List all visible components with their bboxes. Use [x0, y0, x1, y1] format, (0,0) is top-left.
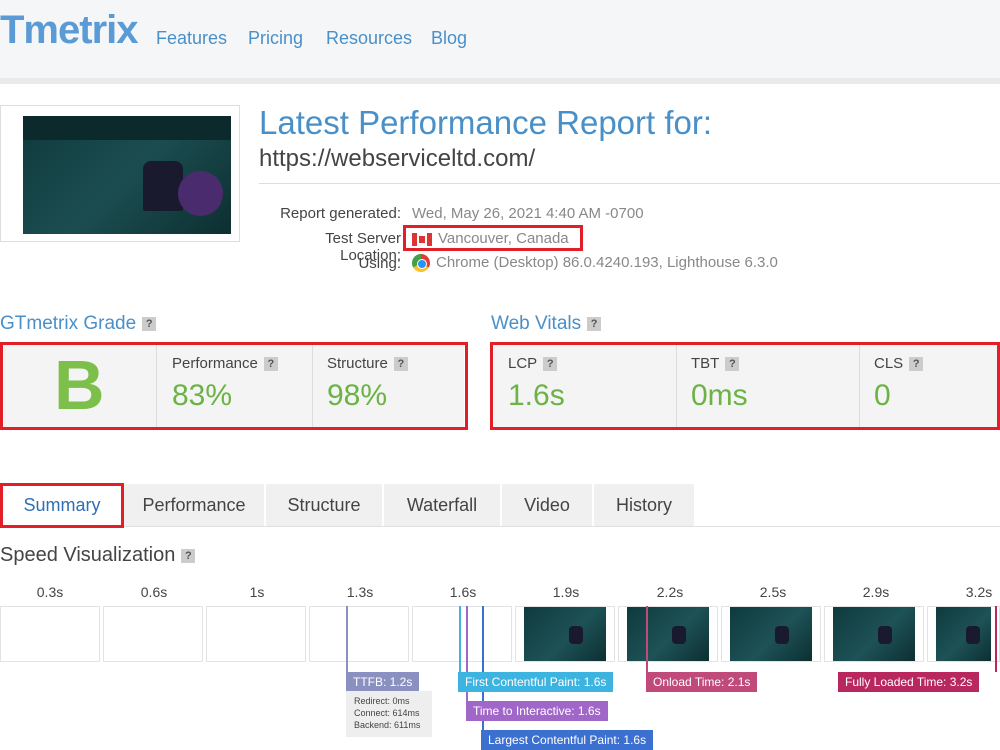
top-nav: Tmetrix Features Pricing Resources Blog	[0, 0, 1000, 78]
vitals-title-text: Web Vitals	[491, 313, 582, 334]
report-url[interactable]: https://webserviceltd.com/	[259, 145, 535, 173]
tick-label: 0.3s	[36, 584, 64, 600]
highlight-summary-tab	[0, 483, 124, 528]
speed-visualization-title: Speed Visualization?	[0, 544, 196, 567]
grade-section-title: GTmetrix Grade?	[0, 313, 157, 335]
fcp-marker: First Contentful Paint: 1.6s	[458, 672, 614, 692]
filmstrip-frame[interactable]	[515, 606, 615, 662]
tick-label: 2.5s	[759, 584, 787, 600]
filmstrip-frame[interactable]	[927, 606, 1000, 662]
tab-structure[interactable]: Structure	[266, 484, 382, 526]
using-text: Chrome (Desktop) 86.0.4240.193, Lighthou…	[436, 254, 778, 271]
tick-label: 1.6s	[449, 584, 477, 600]
grade-title-text: GTmetrix Grade	[0, 313, 137, 334]
lcp-marker: Largest Contentful Paint: 1.6s	[481, 730, 654, 750]
nav-pricing[interactable]: Pricing	[248, 28, 303, 49]
filmstrip-frame[interactable]	[0, 606, 100, 662]
report-title: Latest Performance Report for:	[259, 104, 713, 141]
tick-label: 3.2s	[965, 584, 993, 600]
generated-label: Report generated:	[280, 205, 401, 222]
chrome-icon	[412, 254, 430, 273]
onload-marker: Onload Time: 2.1s	[646, 672, 758, 692]
tab-bar-line	[0, 526, 1000, 527]
ttfb-connect: Connect: 614ms	[354, 708, 420, 718]
ttfb-line	[346, 606, 348, 672]
screenshot-image	[23, 116, 231, 234]
tab-video[interactable]: Video	[502, 484, 592, 526]
tab-history[interactable]: History	[594, 484, 694, 526]
tick-label: 1.3s	[346, 584, 374, 600]
ttfb-redirect: Redirect: 0ms	[354, 696, 410, 706]
ttfb-breakdown: Redirect: 0ms Connect: 614ms Backend: 61…	[346, 691, 432, 737]
highlight-server-location	[403, 225, 583, 251]
tick-label: 2.2s	[656, 584, 684, 600]
onload-line	[646, 606, 648, 672]
tab-performance[interactable]: Performance	[124, 484, 264, 526]
ttfb-backend: Backend: 611ms	[354, 720, 421, 730]
vitals-section-title: Web Vitals?	[491, 313, 602, 335]
tick-label: 2.9s	[862, 584, 890, 600]
generated-value: Wed, May 26, 2021 4:40 AM -0700	[412, 205, 644, 222]
ttfb-marker: TTFB: 1.2s	[346, 672, 420, 692]
filmstrip-frame[interactable]	[206, 606, 306, 662]
site-screenshot-thumbnail[interactable]	[0, 105, 240, 242]
question-mark-icon[interactable]: ?	[142, 316, 157, 331]
tick-label: 1s	[249, 584, 265, 600]
question-mark-icon[interactable]: ?	[181, 548, 196, 563]
fully-loaded-marker: Fully Loaded Time: 3.2s	[838, 672, 980, 692]
highlight-grade	[0, 342, 468, 430]
fcp-line	[459, 606, 461, 672]
nav-divider	[0, 78, 1000, 84]
filmstrip-frame[interactable]	[309, 606, 409, 662]
question-mark-icon[interactable]: ?	[587, 316, 602, 331]
highlight-vitals	[490, 342, 1000, 430]
nav-resources[interactable]: Resources	[326, 28, 412, 49]
fully-loaded-line	[995, 606, 997, 672]
filmstrip-frame[interactable]	[412, 606, 512, 662]
nav-features[interactable]: Features	[156, 28, 227, 49]
tti-marker: Time to Interactive: 1.6s	[466, 701, 608, 721]
using-label: Using:	[358, 255, 401, 272]
tab-waterfall[interactable]: Waterfall	[384, 484, 500, 526]
nav-blog[interactable]: Blog	[431, 28, 467, 49]
tick-label: 1.9s	[552, 584, 580, 600]
report-divider	[259, 183, 1000, 184]
tick-label: 0.6s	[140, 584, 168, 600]
filmstrip-frame[interactable]	[103, 606, 203, 662]
using-value: Chrome (Desktop) 86.0.4240.193, Lighthou…	[412, 254, 778, 273]
filmstrip-frame[interactable]	[618, 606, 718, 662]
logo[interactable]: Tmetrix	[0, 8, 138, 53]
filmstrip-frame[interactable]	[721, 606, 821, 662]
filmstrip-frame[interactable]	[824, 606, 924, 662]
speed-title-text: Speed Visualization	[0, 544, 176, 566]
